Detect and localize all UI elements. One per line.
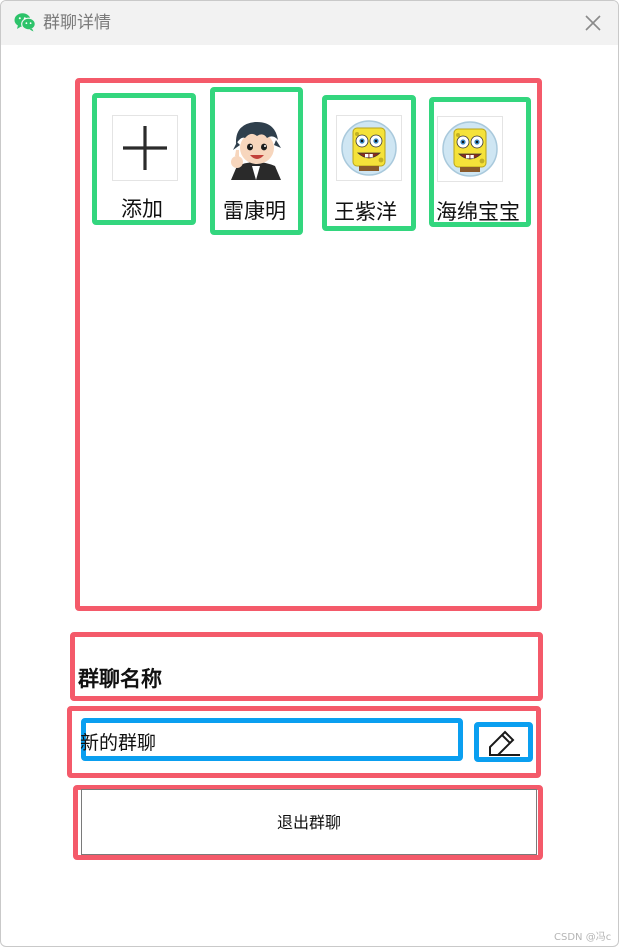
watermark-text: CSDN @冯c — [554, 932, 612, 943]
group-details-window: 群聊详情 添加 雷康明 王紫洋 海绵宝宝 群聊名称 新的群聊 退出群聊 CSDN… — [0, 0, 619, 947]
add-member-button[interactable]: 添加 — [92, 93, 196, 225]
wechat-logo-icon — [14, 13, 36, 32]
cartoon-boy-avatar — [223, 114, 289, 180]
member-item[interactable]: 雷康明 — [210, 87, 303, 235]
member-item[interactable]: 王紫洋 — [322, 95, 416, 231]
plus-icon — [123, 126, 167, 170]
spongebob-avatar — [336, 115, 402, 181]
group-name-input[interactable] — [80, 722, 456, 760]
spongebob-avatar — [437, 116, 503, 182]
close-icon[interactable] — [579, 9, 607, 37]
member-label: 雷康明 — [223, 199, 286, 223]
pencil-icon — [489, 730, 520, 756]
leave-group-button[interactable]: 退出群聊 — [81, 789, 537, 855]
edit-group-name-button[interactable] — [474, 722, 533, 762]
member-label: 王紫洋 — [334, 200, 397, 224]
member-item[interactable]: 海绵宝宝 — [429, 97, 531, 227]
window-title: 群聊详情 — [43, 13, 111, 33]
title-bar: 群聊详情 — [1, 1, 618, 45]
group-name-heading: 群聊名称 — [78, 667, 162, 691]
member-label: 海绵宝宝 — [436, 200, 520, 224]
member-label: 添加 — [121, 197, 163, 221]
add-avatar — [112, 115, 178, 181]
